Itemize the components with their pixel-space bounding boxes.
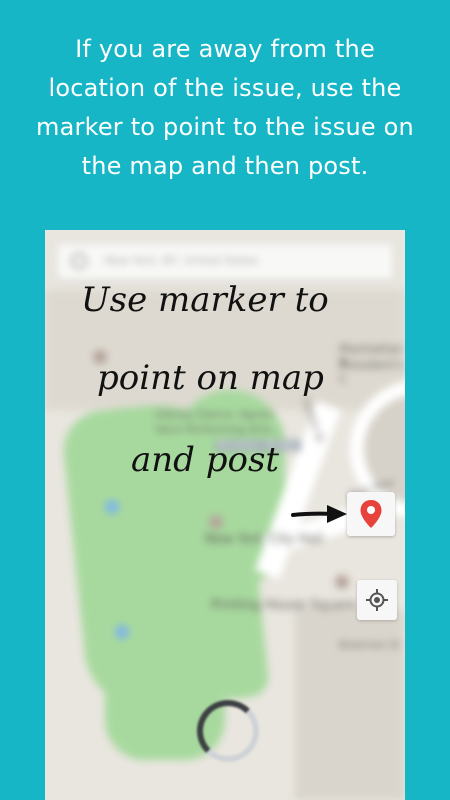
instruction-line-2: location of the issue, use the [48,74,402,102]
map-label-performing: Varis Performing Arts... [155,423,282,436]
map-transit-pin [105,500,119,514]
instruction-line-4: the map and then post. [81,152,369,180]
map-search-bar[interactable]: New York, NY, United States [57,244,393,280]
map-label-beekman: Beekman St [339,640,400,651]
overlay-line-2: point on map [97,358,324,398]
instruction-text: If you are away from the location of the… [0,30,450,186]
map-label-dance: Gibney Dance: Agnes [155,408,274,421]
map-label-city-hall: New York City Hall [205,532,324,547]
map-block [295,610,405,800]
place-marker-button[interactable] [347,492,395,536]
instruction-line-3: marker to point to the issue on [36,113,414,141]
map-search-input[interactable]: New York, NY, United States [105,254,259,267]
my-location-button[interactable] [357,580,397,620]
my-location-icon [366,589,388,611]
map-poi-pin [335,575,349,589]
instruction-line-1: If you are away from the [75,35,375,63]
loading-spinner-icon [197,700,259,762]
overlay-line-3: and post [131,440,280,480]
arrow-right-icon [291,505,347,523]
map-screenshot: New York, NY, United States Manhattan B … [45,230,405,800]
search-icon [71,253,87,269]
overlay-line-1: Use marker to [81,280,329,320]
map-marker-icon [360,500,382,528]
map-poi-pin [209,515,223,529]
map-label-printing-house: Printing House Square [211,598,356,613]
map-transit-pin [115,625,129,639]
